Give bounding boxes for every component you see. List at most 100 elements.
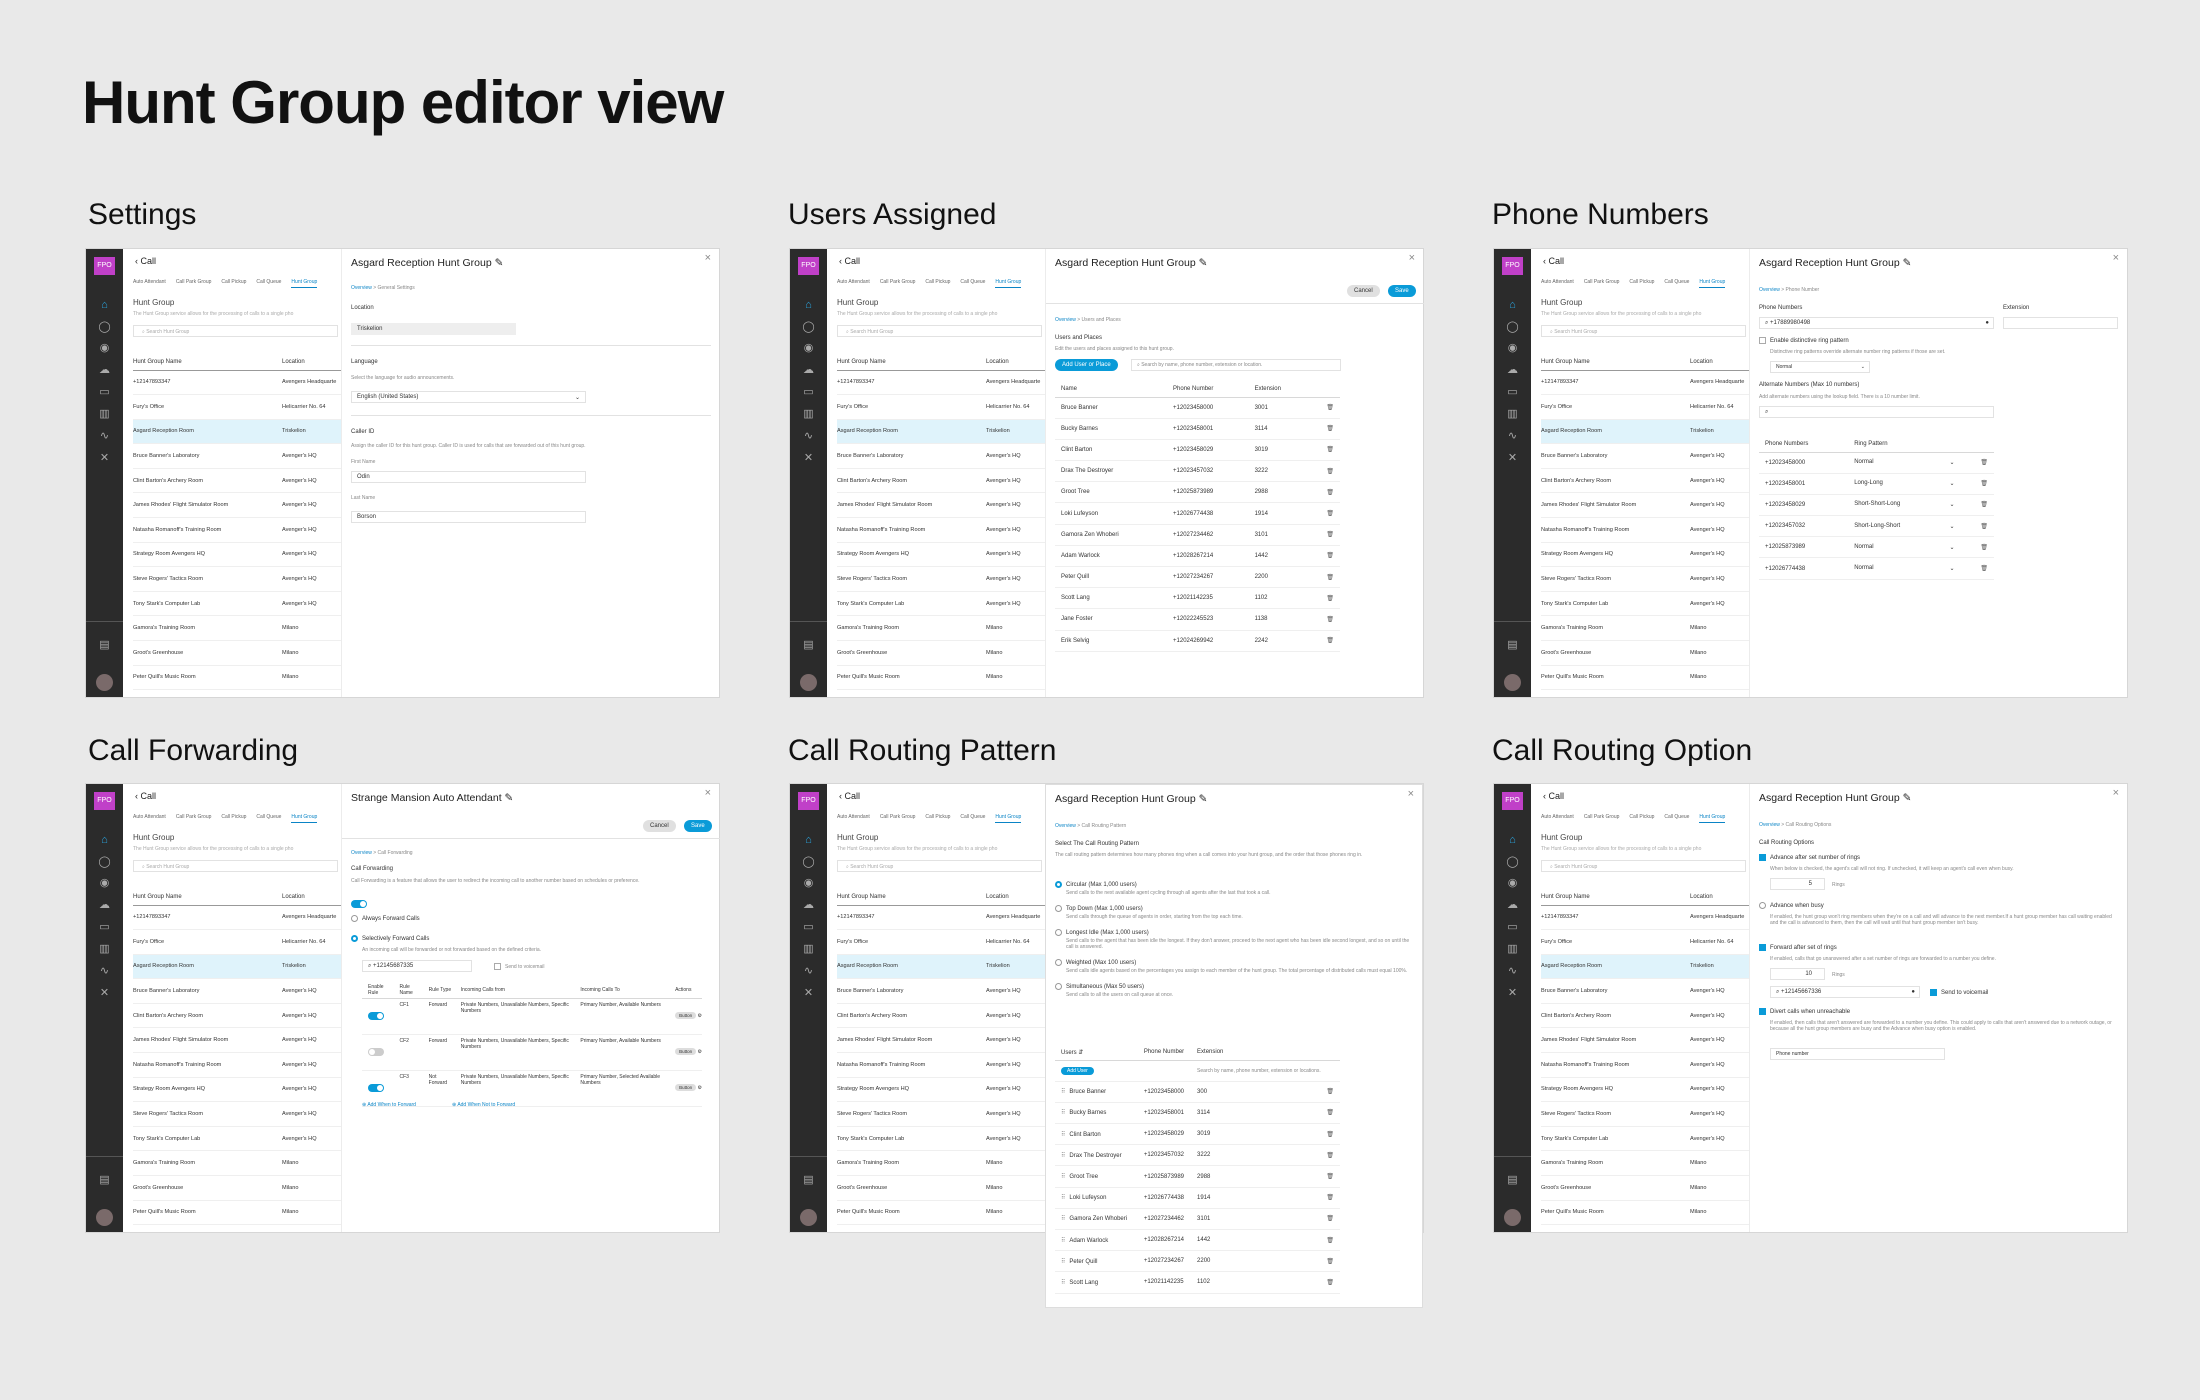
routing-option-label[interactable]: Top Down (Max 1,000 users) [1055,905,1415,912]
table-row[interactable]: Clint Barton's Archery Room Avenger's HQ [1541,468,1749,494]
user-icon[interactable]: ◯ [801,321,816,334]
close-icon[interactable]: × [1408,788,1414,800]
trash-icon[interactable]: 🗑 [1958,494,1994,517]
routing-option-label[interactable]: Simultaneous (Max 50 users) [1055,983,1415,990]
tab-auto-attendant[interactable]: Auto Attendant [837,814,870,820]
col-location[interactable]: Location [982,890,1045,906]
pulse-icon[interactable]: ∿ [97,965,112,978]
distinctive-checkbox[interactable]: Enable distinctive ring pattern [1759,337,1849,344]
table-row[interactable]: Groot's Greenhouse Milano [1541,1175,1749,1201]
table-row[interactable]: Peter Quill's Music Room Milano [1541,665,1749,691]
table-row[interactable]: Bruce Banner's Laboratory Avenger's HQ [133,443,341,469]
routing-option-4[interactable]: Simultaneous (Max 50 users) Send calls to… [1055,983,1415,998]
table-row[interactable]: Groot Tree +12025873989 2988 🗑 [1055,481,1340,504]
sort-icon[interactable]: ⇵ [1078,1050,1083,1056]
tools-icon[interactable]: ✕ [1505,987,1520,1000]
table-row[interactable]: Natasha Romanoff's Training Room Avenger'… [837,517,1045,543]
table-row[interactable]: Fury's Office Helicarrier No. 64 [1541,394,1749,420]
table-row[interactable]: Tony Stark's Computer Lab Avenger's HQ [1541,591,1749,617]
table-row[interactable]: Adam Warlock +12028267214 1442 🗑 [1055,545,1340,568]
tab-hunt-group[interactable]: Hunt Group [995,279,1022,288]
save-button[interactable]: Save [684,820,712,832]
forwarding-toggle[interactable] [351,900,367,908]
drag-handle-icon[interactable]: ⠿ [1061,1238,1065,1244]
table-row[interactable]: Bruce Banner's Laboratory Avenger's HQ [133,978,341,1004]
tab-call-park-group[interactable]: Call Park Group [880,814,916,820]
radio-icon[interactable] [1055,929,1062,937]
table-row[interactable]: Peter Quill's Music Room Milano [837,665,1045,691]
user-icon[interactable]: ◯ [97,856,112,869]
trash-icon[interactable]: 🗑 [1958,452,1994,474]
trash-icon[interactable]: 🗑 [1305,502,1340,525]
device-icon[interactable]: ▭ [801,921,816,934]
trash-icon[interactable]: 🗑 [1958,473,1994,495]
tab-call-park-group[interactable]: Call Park Group [176,279,212,285]
table-row[interactable]: Asgard Reception Room Triskelion [837,419,1045,445]
forward-number-field[interactable]: ⌕ +12145687335 [362,960,472,972]
add-forward-link[interactable]: ⊕ Add When to Forward [362,1102,416,1108]
divert-checkbox[interactable]: Divert calls when unreachable [1759,1008,1850,1015]
rings-stepper[interactable]: 10 [1770,968,1825,980]
tab-hunt-group[interactable]: Hunt Group [291,279,318,288]
table-row[interactable]: ⠿ Peter Quill +12027234267 2200 🗑 [1055,1250,1340,1273]
add-user-button[interactable]: Add User [1061,1066,1094,1075]
avatar[interactable] [800,1209,817,1226]
table-row[interactable]: Natasha Romanoff's Training Room Avenger'… [133,517,341,543]
analytics-icon[interactable]: ▥ [97,943,112,956]
checkbox-checked-icon[interactable] [1759,1008,1766,1015]
reports-icon[interactable]: ▤ [97,1174,112,1187]
col-hunt-group-name[interactable]: Hunt Group Name [837,355,982,371]
location-icon[interactable]: ◉ [801,877,816,890]
rule-action-button[interactable]: Button [675,1048,697,1055]
table-row[interactable]: Natasha Romanoff's Training Room Avenger'… [1541,517,1749,543]
tab-call-pickup[interactable]: Call Pickup [925,279,950,285]
tab-call-park-group[interactable]: Call Park Group [1584,279,1620,285]
rings-stepper[interactable]: 5 [1770,878,1825,890]
tools-icon[interactable]: ✕ [801,452,816,465]
location-icon[interactable]: ◉ [1505,342,1520,355]
hunt-group-search[interactable]: ⌕ Search Hunt Group [1541,860,1746,872]
routing-option-2[interactable]: Longest Idle (Max 1,000 users) Send calls… [1055,929,1415,950]
rule-row[interactable]: CF2 Forward Private Numbers, Unavailable N… [362,1034,702,1071]
col-location[interactable]: Location [1686,355,1749,371]
table-row[interactable]: +12147893347 Avengers Headquarte [133,370,341,396]
drag-handle-icon[interactable]: ⠿ [1061,1132,1065,1138]
table-row[interactable]: Fury's Office Helicarrier No. 64 [837,929,1045,955]
back-link[interactable]: ‹ Call [135,791,156,801]
tab-call-pickup[interactable]: Call Pickup [221,814,246,820]
table-row[interactable]: ⠿ Scott Lang +12021142235 1102 🗑 [1055,1271,1340,1294]
chevron-down-icon[interactable]: ⌄ [1949,544,1954,551]
hunt-group-search[interactable]: ⌕ Search Hunt Group [133,325,338,337]
trash-icon[interactable]: 🗑 [1283,1250,1340,1273]
cloud-icon[interactable]: ☁ [1505,899,1520,912]
add-user-button[interactable]: Add User or Place [1055,359,1118,371]
rule-row[interactable]: CF1 Forward Private Numbers, Unavailable N… [362,998,702,1035]
table-row[interactable]: Tony Stark's Computer Lab Avenger's HQ [837,1126,1045,1152]
table-row[interactable]: Bruce Banner's Laboratory Avenger's HQ [837,978,1045,1004]
table-row[interactable]: Gamora's Training Room Milano [1541,615,1749,642]
tab-auto-attendant[interactable]: Auto Attendant [133,279,166,285]
enable-rule-toggle[interactable] [368,1048,384,1056]
radio-icon[interactable] [1055,959,1062,967]
table-row[interactable]: Strategy Room Avengers HQ Avenger's HQ [1541,1077,1749,1103]
analytics-icon[interactable]: ▥ [1505,408,1520,421]
trash-icon[interactable]: 🗑 [1283,1208,1340,1231]
tools-icon[interactable]: ✕ [97,452,112,465]
trash-icon[interactable]: 🗑 [1283,1081,1340,1103]
trash-icon[interactable]: 🗑 [1305,439,1340,462]
table-row[interactable]: Strategy Room Avengers HQ Avenger's HQ [133,542,341,568]
home-icon[interactable]: ⌂ [801,834,816,847]
drag-handle-icon[interactable]: ⠿ [1061,1195,1065,1201]
reports-icon[interactable]: ▤ [801,1174,816,1187]
settings-icon[interactable]: ⚙ [696,1013,702,1019]
radio-icon[interactable] [351,915,358,922]
radio-icon[interactable] [1055,905,1062,913]
trash-icon[interactable]: 🗑 [1305,587,1340,610]
enable-rule-toggle[interactable] [368,1084,384,1092]
table-row[interactable]: Peter Quill's Music Room Milano [133,1200,341,1226]
table-row[interactable]: Fury's Office Helicarrier No. 64 [837,394,1045,420]
routing-option-label[interactable]: Longest Idle (Max 1,000 users) [1055,929,1415,936]
chevron-down-icon[interactable]: ⌄ [1949,459,1954,466]
avatar[interactable] [1504,1209,1521,1226]
table-row[interactable]: ⠿ Gamora Zen Whoberi +12027234462 3101 🗑 [1055,1208,1340,1231]
